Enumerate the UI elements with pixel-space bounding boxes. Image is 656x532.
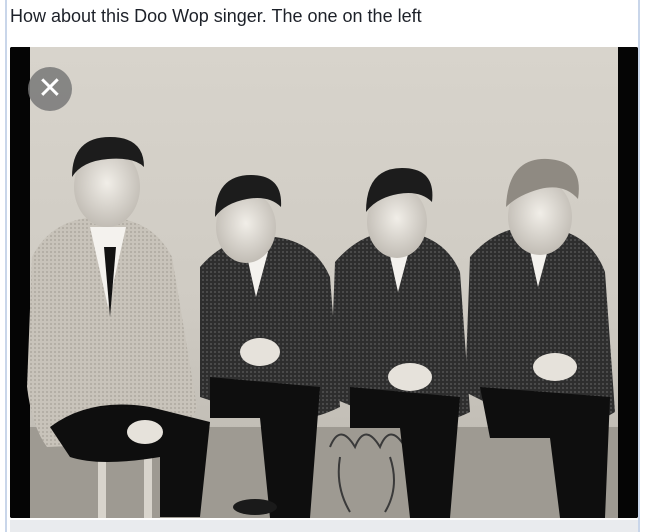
close-icon: ✕ xyxy=(37,71,63,106)
group-photo-image xyxy=(10,47,638,518)
left-border xyxy=(5,0,7,532)
post-caption: How about this Doo Wop singer. The one o… xyxy=(10,6,422,26)
post-photo[interactable] xyxy=(10,47,638,518)
post-footer-strip xyxy=(10,520,638,532)
right-border xyxy=(638,0,640,532)
close-button[interactable]: ✕ xyxy=(28,67,72,111)
post-container: How about this Doo Wop singer. The one o… xyxy=(0,0,656,532)
